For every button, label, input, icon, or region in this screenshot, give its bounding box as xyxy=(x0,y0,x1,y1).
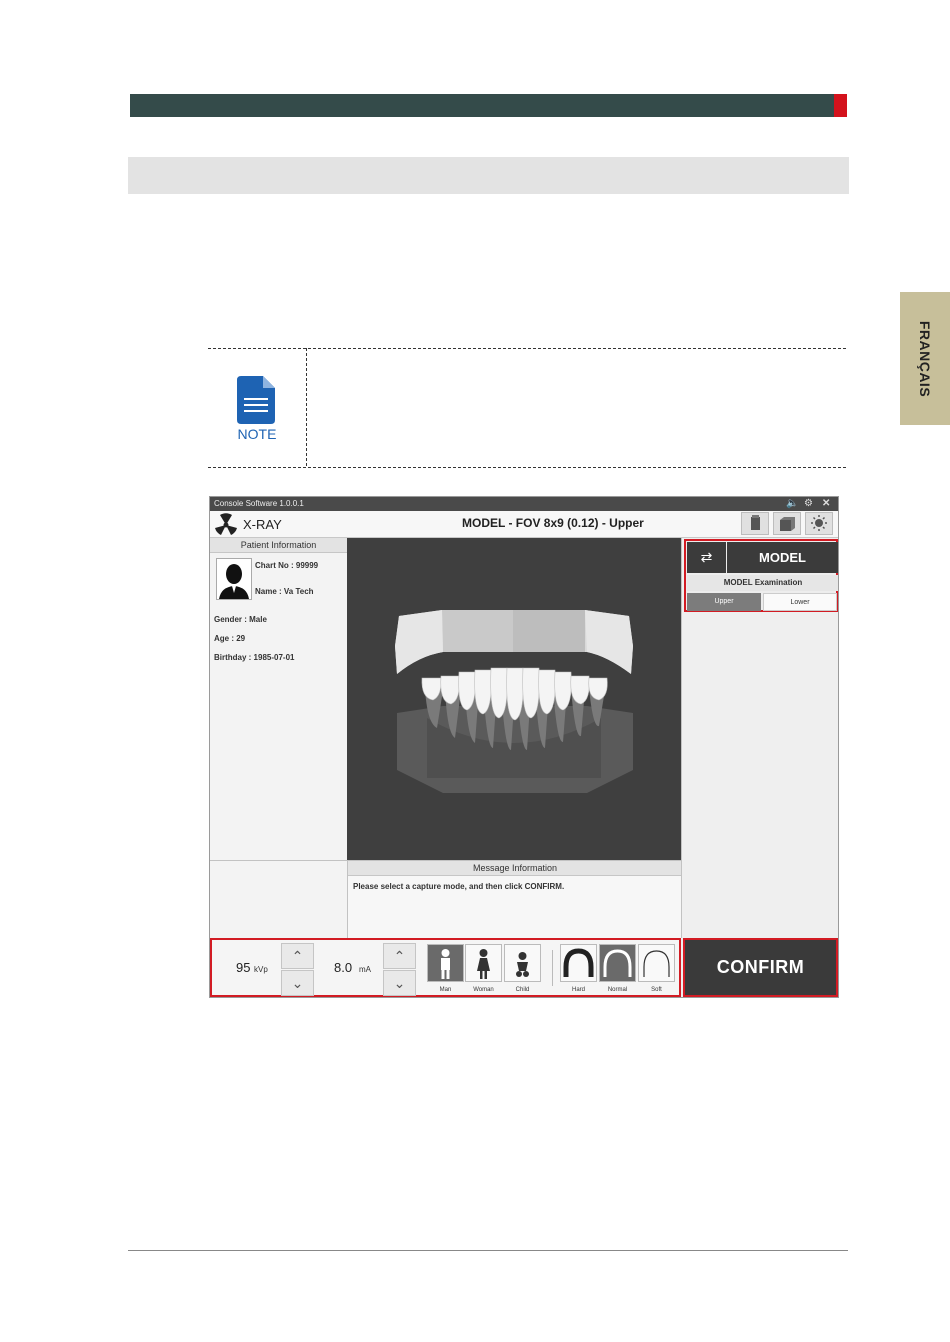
patient-info-heading: Patient Information xyxy=(210,538,347,553)
footer-rule xyxy=(128,1250,848,1251)
toolbar-button-2[interactable] xyxy=(773,512,801,535)
note-divider xyxy=(306,348,307,466)
settings-gear-icon[interactable]: ⚙ xyxy=(804,498,813,510)
window-titlebar: Console Software 1.0.0.1 🔈 ⚙ ✕ xyxy=(210,497,838,511)
density-soft-button[interactable] xyxy=(638,944,675,982)
kvp-up-button[interactable]: ⌃ xyxy=(281,943,314,969)
toolbar-button-1[interactable] xyxy=(741,512,769,535)
exam-title: MODEL - FOV 8x9 (0.12) - Upper xyxy=(462,516,644,530)
lower-button[interactable]: Lower xyxy=(763,593,837,611)
child-icon xyxy=(516,952,529,977)
ma-unit: mA xyxy=(359,965,371,974)
window-title: Console Software 1.0.0.1 xyxy=(214,499,304,508)
patient-age: Age : 29 xyxy=(214,634,246,643)
ma-down-button[interactable]: ⌄ xyxy=(383,970,416,996)
patient-birthday: Birthday : 1985-07-01 xyxy=(214,653,295,662)
patient-chart-no: Chart No : 99999 xyxy=(255,561,319,570)
chevron-down-icon: ⌄ xyxy=(393,975,406,991)
document-icon xyxy=(751,515,760,530)
patient-type-child-button[interactable] xyxy=(504,944,541,982)
language-tab-label: FRANÇAIS xyxy=(917,320,933,397)
section-title-band xyxy=(128,157,849,194)
console-window: Console Software 1.0.0.1 🔈 ⚙ ✕ X-RAY MOD… xyxy=(209,496,839,998)
model-exam-label: MODEL Examination xyxy=(687,575,838,591)
model-selection-box: ⇄ MODEL MODEL Examination Upper Lower xyxy=(684,539,838,612)
swap-mode-button[interactable]: ⇄ xyxy=(687,542,726,573)
toolbar-button-3[interactable] xyxy=(805,512,833,535)
close-icon[interactable]: ✕ xyxy=(822,498,830,510)
message-info-panel: Message Information Please select a capt… xyxy=(347,860,682,939)
density-normal-button[interactable] xyxy=(599,944,636,982)
cube-icon xyxy=(780,517,795,531)
right-control-panel: ⇄ MODEL MODEL Examination Upper Lower xyxy=(681,538,838,938)
patient-info-panel: Patient Information Chart No : 99999 Nam… xyxy=(210,538,348,860)
man-icon xyxy=(441,949,450,979)
confirm-button[interactable]: CONFIRM xyxy=(683,938,838,997)
chevron-down-icon: ⌄ xyxy=(291,975,304,991)
soft-arch-icon xyxy=(643,950,670,977)
density-normal-label: Normal xyxy=(607,987,628,993)
kvp-down-button[interactable]: ⌄ xyxy=(281,970,314,996)
message-text: Please select a capture mode, and then c… xyxy=(353,882,565,891)
patient-name: Name : Va Tech xyxy=(255,587,314,596)
density-hard-label: Hard xyxy=(571,987,585,993)
message-info-heading: Message Information xyxy=(348,861,682,876)
ma-value: 8.0 xyxy=(334,960,353,975)
note-box xyxy=(208,348,846,468)
chapter-header-accent xyxy=(834,94,847,117)
dental-model-image xyxy=(395,610,633,793)
density-soft-label: Soft xyxy=(651,987,662,993)
button-group-divider xyxy=(552,950,553,986)
exposure-settings-bar: 95 kVp ⌃ ⌄ 8.0 mA ⌃ ⌄ Man Woman Child Ha… xyxy=(210,938,681,997)
volume-icon[interactable]: 🔈 xyxy=(786,498,798,510)
upper-button[interactable]: Upper xyxy=(687,593,761,611)
patient-gender: Gender : Male xyxy=(214,615,267,624)
chevron-up-icon: ⌃ xyxy=(393,948,406,964)
swap-arrows-icon: ⇄ xyxy=(700,549,713,565)
note-document-icon xyxy=(237,376,275,424)
patient-avatar xyxy=(216,558,252,600)
language-tab: FRANÇAIS xyxy=(900,292,950,425)
patient-type-man-button[interactable] xyxy=(427,944,464,982)
normal-arch-icon xyxy=(603,949,632,977)
note-label: NOTE xyxy=(237,426,277,442)
model-button[interactable]: MODEL xyxy=(727,542,838,573)
woman-icon xyxy=(477,949,490,979)
left-bottom-panel xyxy=(210,860,347,939)
patient-type-child-label: Child xyxy=(515,987,530,993)
chapter-header-bar xyxy=(130,94,834,117)
chevron-up-icon: ⌃ xyxy=(291,948,304,964)
console-header: X-RAY MODEL - FOV 8x9 (0.12) - Upper xyxy=(210,511,838,538)
brightness-icon xyxy=(811,515,827,531)
hard-arch-icon xyxy=(563,948,594,977)
patient-type-woman-button[interactable] xyxy=(465,944,502,982)
density-hard-button[interactable] xyxy=(560,944,597,982)
model-preview-viewer xyxy=(347,538,681,860)
kvp-unit: kVp xyxy=(254,965,268,974)
ma-up-button[interactable]: ⌃ xyxy=(383,943,416,969)
patient-type-woman-label: Woman xyxy=(473,987,494,993)
kvp-value: 95 xyxy=(236,960,251,975)
xray-mode-title: X-RAY xyxy=(243,517,282,532)
patient-type-man-label: Man xyxy=(439,987,452,993)
radiation-icon xyxy=(215,513,237,535)
person-icon xyxy=(219,564,249,599)
